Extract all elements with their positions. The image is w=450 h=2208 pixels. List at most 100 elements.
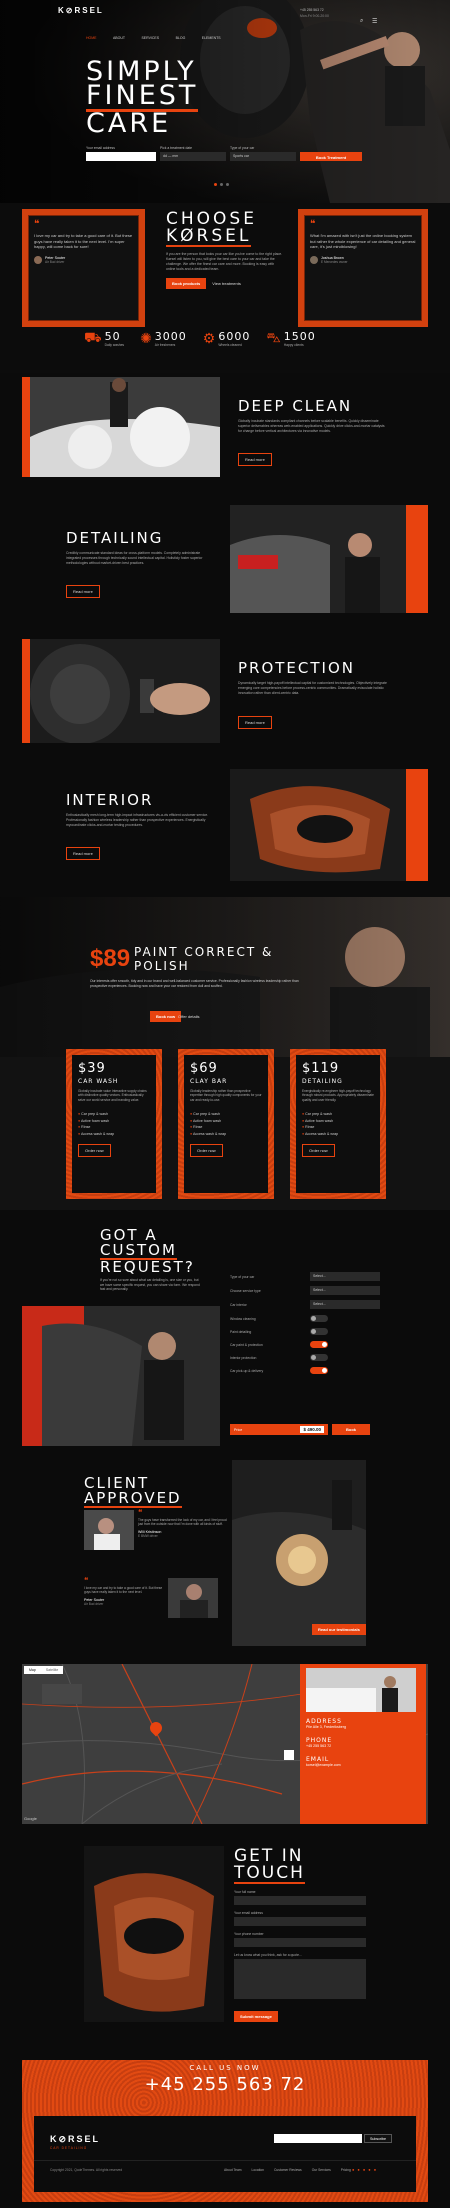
request-form: Type of your car Select... Choose servic… xyxy=(230,1272,380,1382)
submit-message-button[interactable]: Submit message xyxy=(234,2011,278,2022)
message-textarea[interactable] xyxy=(234,1959,366,1999)
choose-text: If you are the person that looks your ca… xyxy=(166,252,283,271)
book-treatment-button[interactable]: Book Treatment xyxy=(300,152,362,161)
email-input[interactable] xyxy=(86,152,156,161)
nav-about[interactable]: ABOUT xyxy=(113,36,125,40)
paint-detailing-label: Paint detailing xyxy=(230,1329,252,1334)
testimonial-card-1: ❝ I love my car and try to take a good c… xyxy=(22,209,145,327)
car-type-select[interactable]: Select... xyxy=(310,1272,380,1281)
instagram-icon[interactable]: ● xyxy=(363,2167,365,2172)
deep-clean-read-more[interactable]: Read more xyxy=(238,453,272,466)
subscribe-input[interactable] xyxy=(274,2134,362,2143)
testimonial-1-author: Peter Souter xyxy=(45,255,66,260)
package-1-order-button[interactable]: Order now xyxy=(78,1144,111,1158)
paint-detailing-toggle[interactable] xyxy=(310,1328,328,1335)
footer-logo[interactable]: K⊘RSEL xyxy=(50,2134,100,2145)
paint-protection-label: Car paint & protection xyxy=(230,1342,263,1347)
menu-icon[interactable]: ☰ xyxy=(372,18,377,25)
stats-row: ⛟ 50 Daily washes ✺ 3000 Air fresheners ⚙ … xyxy=(84,329,316,348)
facebook-icon[interactable]: ● xyxy=(352,2167,354,2172)
nav-blog[interactable]: BLOG xyxy=(176,36,186,40)
car-type-select[interactable]: Sports car xyxy=(230,152,296,161)
interior-read-more[interactable]: Read more xyxy=(66,847,100,860)
service-type-select[interactable]: Select... xyxy=(310,1286,380,1295)
accent-bar xyxy=(22,639,30,743)
interior-protection-toggle[interactable] xyxy=(310,1354,328,1361)
choose-center: CHOOSE KØRSEL If you are the person that… xyxy=(166,211,284,289)
client-2-text: I love my car and try to take a good car… xyxy=(84,1586,163,1595)
phone-input[interactable] xyxy=(234,1938,366,1947)
footer-phone[interactable]: +45 255 563 72 xyxy=(22,2074,428,2095)
promo-details-link[interactable]: Offer details xyxy=(178,1011,200,1022)
testimonials-button[interactable]: Read our testimonials xyxy=(312,1624,366,1635)
nav-services[interactable]: SERVICES xyxy=(141,36,159,40)
twitter-icon[interactable]: ● xyxy=(357,2167,359,2172)
footer-link-pricing[interactable]: Pricing xyxy=(341,2168,351,2172)
client-1-car: E BMW driver xyxy=(138,1533,158,1538)
stat-1-number: 50 xyxy=(104,330,121,343)
view-treatments-link[interactable]: View treatments xyxy=(212,278,241,289)
package-3-order-button[interactable]: Order now xyxy=(302,1144,335,1158)
toggle-row: Interior protection xyxy=(230,1354,380,1361)
toggle-row: Window cleaning xyxy=(230,1315,380,1322)
promo-book-button[interactable]: Book now xyxy=(150,1011,182,1022)
footer-link-services[interactable]: Our Services xyxy=(312,2168,331,2172)
footer-link-reviews[interactable]: Customer Reviews xyxy=(274,2168,302,2172)
client-2-review: ❝ I love my car and try to take a good c… xyxy=(84,1576,164,1606)
footer-links: About Team Location Customer Reviews Our… xyxy=(224,2168,351,2172)
zoom-control[interactable] xyxy=(284,1750,294,1760)
promo-price: $89 xyxy=(90,945,131,972)
get-in-touch-section: GET IN TOUCH Your full name Your email a… xyxy=(0,1830,450,2050)
accent-bar xyxy=(406,769,428,881)
list-item: Rinse xyxy=(302,1125,374,1129)
list-item: Access wash & wrap xyxy=(190,1132,262,1136)
phone-label: Your phone number xyxy=(234,1932,264,1936)
search-icon[interactable]: ⌕ xyxy=(360,18,363,25)
request-book-button[interactable]: Book xyxy=(332,1424,370,1435)
phone-value[interactable]: +45 255 563 72 xyxy=(306,1744,346,1748)
car-type-label: Type of your car xyxy=(230,1274,255,1279)
car-interior-select[interactable]: Select... xyxy=(310,1300,380,1309)
package-2-text: Globally leadership rather than prospect… xyxy=(190,1089,262,1102)
map-tab[interactable]: Map xyxy=(24,1666,41,1674)
stat-3-number: 6000 xyxy=(218,330,251,343)
paint-protection-toggle[interactable] xyxy=(310,1341,328,1348)
nav-elements[interactable]: ELEMENTS xyxy=(202,36,221,40)
protection-read-more[interactable]: Read more xyxy=(238,716,272,729)
promo-heading: $89 PAINT CORRECT & POLISH xyxy=(90,945,273,973)
stat-2: ✺ 3000 Air fresheners xyxy=(140,329,187,348)
email-input[interactable] xyxy=(234,1917,366,1926)
satellite-tab[interactable]: Satellite xyxy=(41,1666,63,1674)
stat-4-number: 1500 xyxy=(283,330,316,343)
slide-dot-3[interactable] xyxy=(226,183,229,186)
logo[interactable]: K⊘RSEL xyxy=(58,6,104,15)
header-phone[interactable]: +45 255 563 72 xyxy=(300,8,324,12)
name-input[interactable] xyxy=(234,1896,366,1905)
toggle-row: Paint detailing xyxy=(230,1328,380,1335)
slide-dot-1[interactable] xyxy=(214,183,217,186)
stat-1: ⛟ 50 Daily washes xyxy=(84,329,124,348)
detailing-read-more[interactable]: Read more xyxy=(66,585,100,598)
nav-home[interactable]: HOME xyxy=(86,36,97,40)
footer-link-about[interactable]: About Team xyxy=(224,2168,242,2172)
quote-icon: ❝ xyxy=(84,1576,89,1585)
subscribe-button[interactable]: Subscribe xyxy=(364,2134,392,2143)
date-input[interactable]: dd — mm xyxy=(160,152,226,161)
email-value[interactable]: korsel@example.com xyxy=(306,1763,346,1767)
book-products-button[interactable]: Book products xyxy=(166,278,207,289)
linkedin-icon[interactable]: ● xyxy=(374,2167,376,2172)
client-1-review: ❝ The guys have transformed the look of … xyxy=(138,1509,228,1538)
choose-section: ❝ I love my car and try to take a good c… xyxy=(0,203,450,373)
pickup-delivery-toggle[interactable] xyxy=(310,1367,328,1374)
booking-form: Your email address Pick a treatment date… xyxy=(86,146,366,161)
package-2-order-button[interactable]: Order now xyxy=(190,1144,223,1158)
slide-dot-2[interactable] xyxy=(220,183,223,186)
stat-4: ⛍ 1500 Happy clients xyxy=(266,329,315,348)
package-1-items: Car prep & wash Active foam wash Rinse A… xyxy=(78,1112,150,1136)
window-cleaning-toggle[interactable] xyxy=(310,1315,328,1322)
footer-link-location[interactable]: Location xyxy=(252,2168,264,2172)
package-2-title: CLAY BAR xyxy=(190,1078,228,1085)
youtube-icon[interactable]: ● xyxy=(368,2167,370,2172)
testimonial-1-text: I love my car and try to take a good car… xyxy=(34,233,133,249)
protection-image xyxy=(30,639,220,743)
